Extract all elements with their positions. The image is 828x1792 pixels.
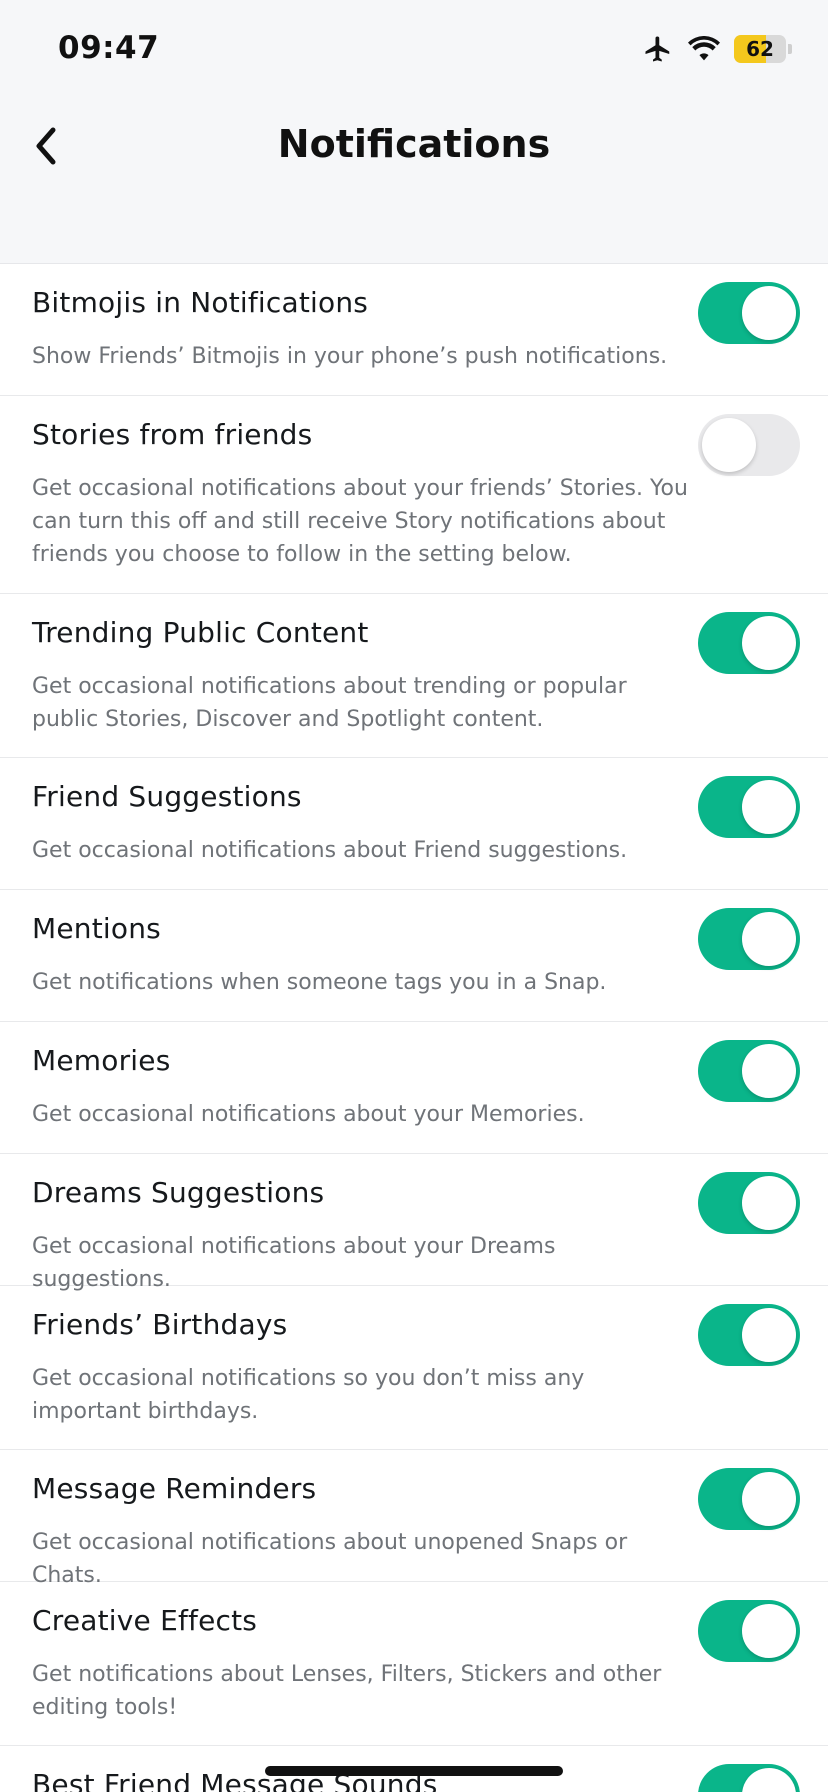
setting-title: Memories: [32, 1044, 171, 1077]
setting-row-bitmojis: Bitmojis in Notifications Show Friends’ …: [0, 264, 828, 396]
setting-description: Get occasional notifications about your …: [32, 476, 688, 567]
setting-row-dreams-suggestions: Dreams Suggestions Get occasional notifi…: [0, 1154, 828, 1292]
toggle-knob: [742, 1176, 796, 1230]
airplane-icon: [645, 36, 670, 62]
toggle-creative-effects[interactable]: [698, 1600, 800, 1662]
toggle-knob: [742, 1472, 796, 1526]
setting-title: Message Reminders: [32, 1472, 317, 1505]
battery-nub: [788, 44, 792, 54]
toggle-knob: [742, 1044, 796, 1098]
setting-description: Show Friends’ Bitmojis in your phone’s p…: [32, 344, 668, 369]
battery-level: 62: [746, 37, 774, 61]
toggle-knob: [742, 1768, 796, 1792]
settings-list: Bitmojis in Notifications Show Friends’ …: [0, 264, 828, 1792]
toggle-best-friend-message-sounds[interactable]: [698, 1764, 800, 1792]
toggle-message-reminders[interactable]: [698, 1468, 800, 1530]
setting-title: Trending Public Content: [32, 616, 369, 649]
toggle-mentions[interactable]: [698, 908, 800, 970]
setting-row-friend-suggestions: Friend Suggestions Get occasional notifi…: [0, 758, 828, 890]
toggle-friends-birthdays[interactable]: [698, 1304, 800, 1366]
setting-description: Get notifications when someone tags you …: [32, 970, 607, 995]
toggle-dreams-suggestions[interactable]: [698, 1172, 800, 1234]
toggle-knob: [742, 912, 796, 966]
setting-description: Get occasional notifications about trend…: [32, 674, 627, 732]
toggle-knob: [702, 418, 756, 472]
toggle-knob: [742, 286, 796, 340]
setting-row-trending-public-content: Trending Public Content Get occasional n…: [0, 594, 828, 758]
setting-title: Dreams Suggestions: [32, 1176, 325, 1209]
setting-row-memories: Memories Get occasional notifications ab…: [0, 1022, 828, 1154]
setting-title: Bitmojis in Notifications: [32, 286, 369, 319]
setting-row-stories-from-friends: Stories from friends Get occasional noti…: [0, 396, 828, 594]
setting-description: Get occasional notifications about Frien…: [32, 838, 628, 863]
header: 09:47 62 Notifications: [0, 0, 828, 264]
setting-title: Stories from friends: [32, 418, 313, 451]
setting-description: Get occasional notifications so you don’…: [32, 1366, 585, 1424]
setting-title: Mentions: [32, 912, 161, 945]
setting-row-friends-birthdays: Friends’ Birthdays Get occasional notifi…: [0, 1286, 828, 1450]
setting-description: Get notifications about Lenses, Filters,…: [32, 1662, 662, 1720]
setting-row-creative-effects: Creative Effects Get notifications about…: [0, 1582, 828, 1746]
setting-title: Friends’ Birthdays: [32, 1308, 288, 1341]
toggle-friend-suggestions[interactable]: [698, 776, 800, 838]
toggle-bitmojis[interactable]: [698, 282, 800, 344]
page-title: Notifications: [277, 122, 551, 166]
home-indicator: [265, 1766, 563, 1776]
toggle-trending-public-content[interactable]: [698, 612, 800, 674]
status-bar: 09:47 62: [0, 0, 828, 100]
toggle-knob: [742, 780, 796, 834]
status-time: 09:47: [58, 30, 160, 66]
wifi-icon: [688, 36, 720, 61]
setting-title: Friend Suggestions: [32, 780, 302, 813]
toggle-knob: [742, 1604, 796, 1658]
toggle-knob: [742, 1308, 796, 1362]
toggle-knob: [742, 616, 796, 670]
setting-row-message-reminders: Message Reminders Get occasional notific…: [0, 1450, 828, 1588]
setting-description: Get occasional notifications about your …: [32, 1102, 585, 1127]
setting-title: Creative Effects: [32, 1604, 258, 1637]
notifications-screen: 09:47 62 Notifications Bitmojis in Notif…: [0, 0, 828, 1792]
battery-icon: 62: [734, 35, 786, 63]
setting-row-mentions: Mentions Get notifications when someone …: [0, 890, 828, 1022]
toggle-stories-from-friends[interactable]: [698, 414, 800, 476]
status-icons: 62: [642, 34, 792, 64]
toggle-memories[interactable]: [698, 1040, 800, 1102]
